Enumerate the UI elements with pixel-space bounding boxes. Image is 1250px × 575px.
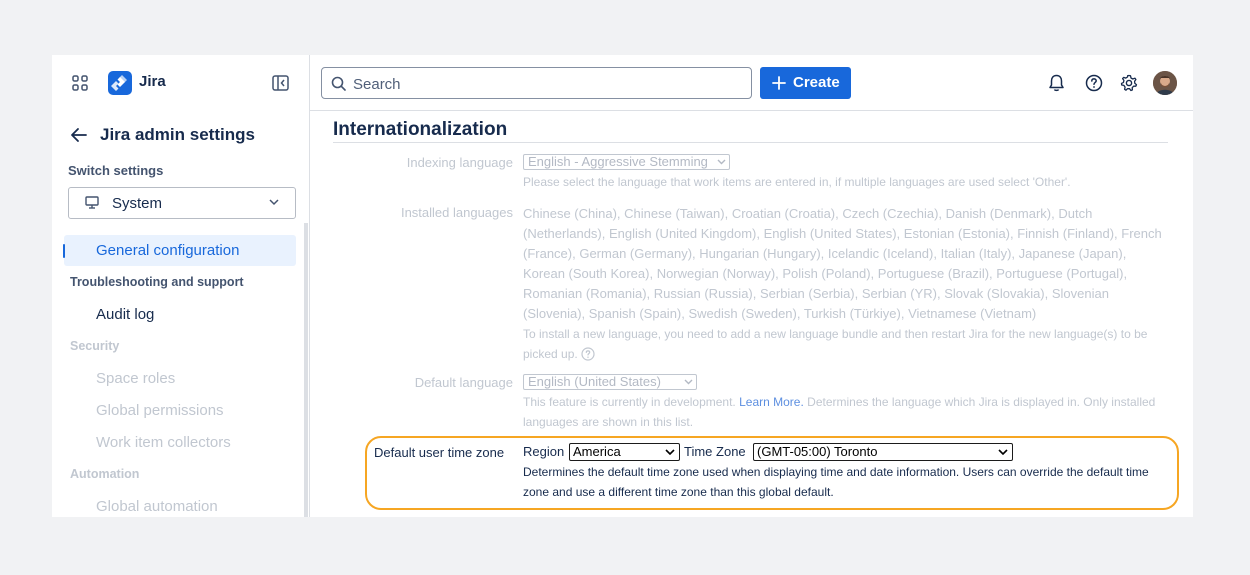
indexing-language-label: Indexing language: [406, 155, 513, 170]
collapse-sidebar-icon[interactable]: [272, 75, 289, 91]
time-zone-help: Determines the default time zone used wh…: [523, 465, 1149, 499]
region-value: America: [573, 444, 621, 459]
app-window: Jira Jira admin settings Switch settings…: [52, 55, 1193, 517]
avatar[interactable]: [1153, 71, 1177, 95]
chevron-down-icon: [684, 379, 693, 385]
installed-languages-text: Chinese (China), Chinese (Taiwan), Croat…: [523, 206, 1162, 321]
main-content: Internationalization Indexing language E…: [310, 111, 1193, 517]
search-input[interactable]: Search: [321, 67, 752, 99]
indexing-language-value: English - Aggressive Stemming: [528, 154, 708, 169]
default-language-help-prefix: This feature is currently in development…: [523, 395, 736, 409]
indexing-language-help: Please select the language that work ite…: [523, 175, 1071, 189]
page-title: Internationalization: [333, 119, 508, 140]
create-label: Create: [793, 74, 840, 91]
chevron-down-icon: [269, 199, 279, 206]
chevron-down-icon: [665, 449, 675, 455]
back-arrow-icon[interactable]: [70, 127, 88, 143]
sidebar-scrollbar[interactable]: [304, 223, 308, 517]
default-language-select[interactable]: English (United States): [523, 374, 697, 390]
time-zone-label: Time Zone: [684, 444, 746, 459]
settings-switcher-select[interactable]: System: [68, 187, 296, 219]
switch-settings-label: Switch settings: [68, 163, 164, 178]
installed-languages-help: To install a new language, you need to a…: [523, 324, 1168, 364]
bell-icon[interactable]: [1048, 74, 1065, 92]
nav-item-global-automation[interactable]: Global automation: [96, 498, 218, 515]
monitor-icon: [85, 196, 99, 209]
sidebar: Jira Jira admin settings Switch settings…: [52, 55, 310, 517]
chevron-down-icon: [998, 449, 1008, 455]
search-icon: [331, 76, 346, 91]
installed-languages-help-text: To install a new language, you need to a…: [523, 327, 1148, 361]
search-placeholder: Search: [353, 76, 401, 93]
nav-item-audit-log[interactable]: Audit log: [96, 306, 154, 323]
settings-switcher-value: System: [112, 195, 163, 212]
product-name[interactable]: Jira: [139, 73, 166, 90]
installed-languages-label: Installed languages: [400, 205, 513, 220]
learn-more-link[interactable]: Learn More.: [739, 395, 804, 409]
default-language-value: English (United States): [528, 374, 661, 389]
question-circle-icon[interactable]: [581, 347, 595, 361]
title-divider: [333, 142, 1168, 143]
installed-languages-list: Chinese (China), Chinese (Taiwan), Croat…: [523, 204, 1168, 324]
region-select[interactable]: America: [569, 443, 680, 461]
gear-icon[interactable]: [1120, 74, 1138, 92]
time-zone-value: (GMT-05:00) Toronto: [757, 444, 878, 459]
nav-active-indicator: [63, 244, 65, 258]
jira-logo-icon[interactable]: [108, 71, 132, 95]
indexing-language-select[interactable]: English - Aggressive Stemming: [523, 154, 730, 170]
region-label: Region: [523, 444, 565, 459]
help-icon[interactable]: [1085, 74, 1103, 92]
chevron-down-icon: [717, 159, 726, 165]
app-switcher-icon[interactable]: [72, 75, 88, 91]
nav-item-space-roles[interactable]: Space roles: [96, 370, 175, 387]
plus-icon: [772, 76, 786, 90]
top-navigation: Search Create: [310, 55, 1193, 111]
nav-heading-automation: Automation: [70, 467, 140, 481]
admin-settings-title: Jira admin settings: [100, 125, 255, 144]
nav-item-general-configuration[interactable]: General configuration: [96, 242, 239, 259]
nav-heading-security: Security: [70, 339, 120, 353]
time-zone-select[interactable]: (GMT-05:00) Toronto: [753, 443, 1013, 461]
nav-heading-troubleshooting: Troubleshooting and support: [70, 275, 244, 289]
nav-item-global-permissions[interactable]: Global permissions: [96, 402, 224, 419]
default-time-zone-label: Default user time zone: [374, 445, 505, 460]
default-language-label: Default language: [414, 375, 513, 390]
create-button[interactable]: Create: [760, 67, 851, 99]
default-language-help: This feature is currently in development…: [523, 392, 1168, 432]
nav-item-work-item-collectors[interactable]: Work item collectors: [96, 434, 231, 451]
